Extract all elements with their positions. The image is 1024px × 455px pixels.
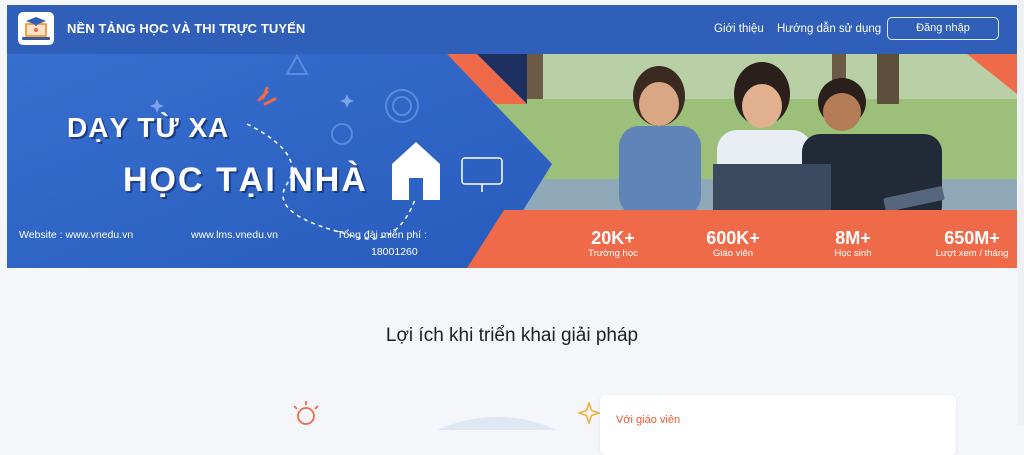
page-scrollbar[interactable] — [1018, 0, 1024, 425]
stat-teachers-value: 600K+ — [706, 228, 760, 248]
stat-monthly-views-label: Lượt xem / tháng — [935, 248, 1009, 259]
nav-link-introduction[interactable]: Giới thiệu — [714, 23, 764, 35]
decorative-arc — [437, 417, 557, 430]
stat-students-value: 8M+ — [835, 228, 871, 248]
stat-students: 8M+ Học sinh — [798, 228, 908, 259]
top-navigation-bar: NỀN TẢNG HỌC VÀ THI TRỰC TUYẾN Giới thiệ… — [7, 5, 1017, 54]
benefit-card-teachers: Với giáo viên — [600, 395, 956, 455]
brand-title: NỀN TẢNG HỌC VÀ THI TRỰC TUYẾN — [67, 21, 306, 36]
stat-schools-label: Trường học — [588, 248, 638, 259]
benefits-section-title: Lợi ích khi triển khai giải pháp — [385, 325, 639, 346]
stat-students-label: Học sinh — [834, 248, 872, 259]
stat-schools-value: 20K+ — [591, 228, 635, 248]
headline-line-2: HỌC TẠI NHÀ — [123, 161, 368, 199]
contact-website-2[interactable]: www.lms.vnedu.vn — [191, 229, 278, 241]
stat-teachers-label: Giáo viên — [712, 248, 754, 259]
stat-schools: 20K+ Trường học — [558, 228, 668, 259]
headline-line-1: DẠY TỪ XA — [67, 112, 230, 143]
hero-banner: DẠY TỪ XA HỌC TẠI NHÀ Website : www.vned… — [7, 54, 1017, 268]
nav-link-user-guide[interactable]: Hướng dẫn sử dụng — [777, 23, 881, 35]
stat-monthly-views-value: 650M+ — [944, 228, 1000, 248]
benefit-card-title: Với giáo viên — [616, 414, 681, 426]
laptop-graduation-cap-icon[interactable] — [18, 12, 54, 45]
contact-website-1[interactable]: Website : www.vnedu.vn — [19, 229, 133, 241]
stat-monthly-views: 650M+ Lượt xem / tháng — [917, 228, 1017, 259]
hotline-label: Tổng đài miễn phí : — [337, 229, 427, 241]
lightbulb-icon — [293, 401, 319, 425]
login-button[interactable]: Đăng nhập — [887, 17, 999, 40]
stat-teachers: 600K+ Giáo viên — [678, 228, 788, 259]
sparkle-icon — [578, 402, 600, 424]
hotline-number: 18001260 — [371, 246, 418, 258]
